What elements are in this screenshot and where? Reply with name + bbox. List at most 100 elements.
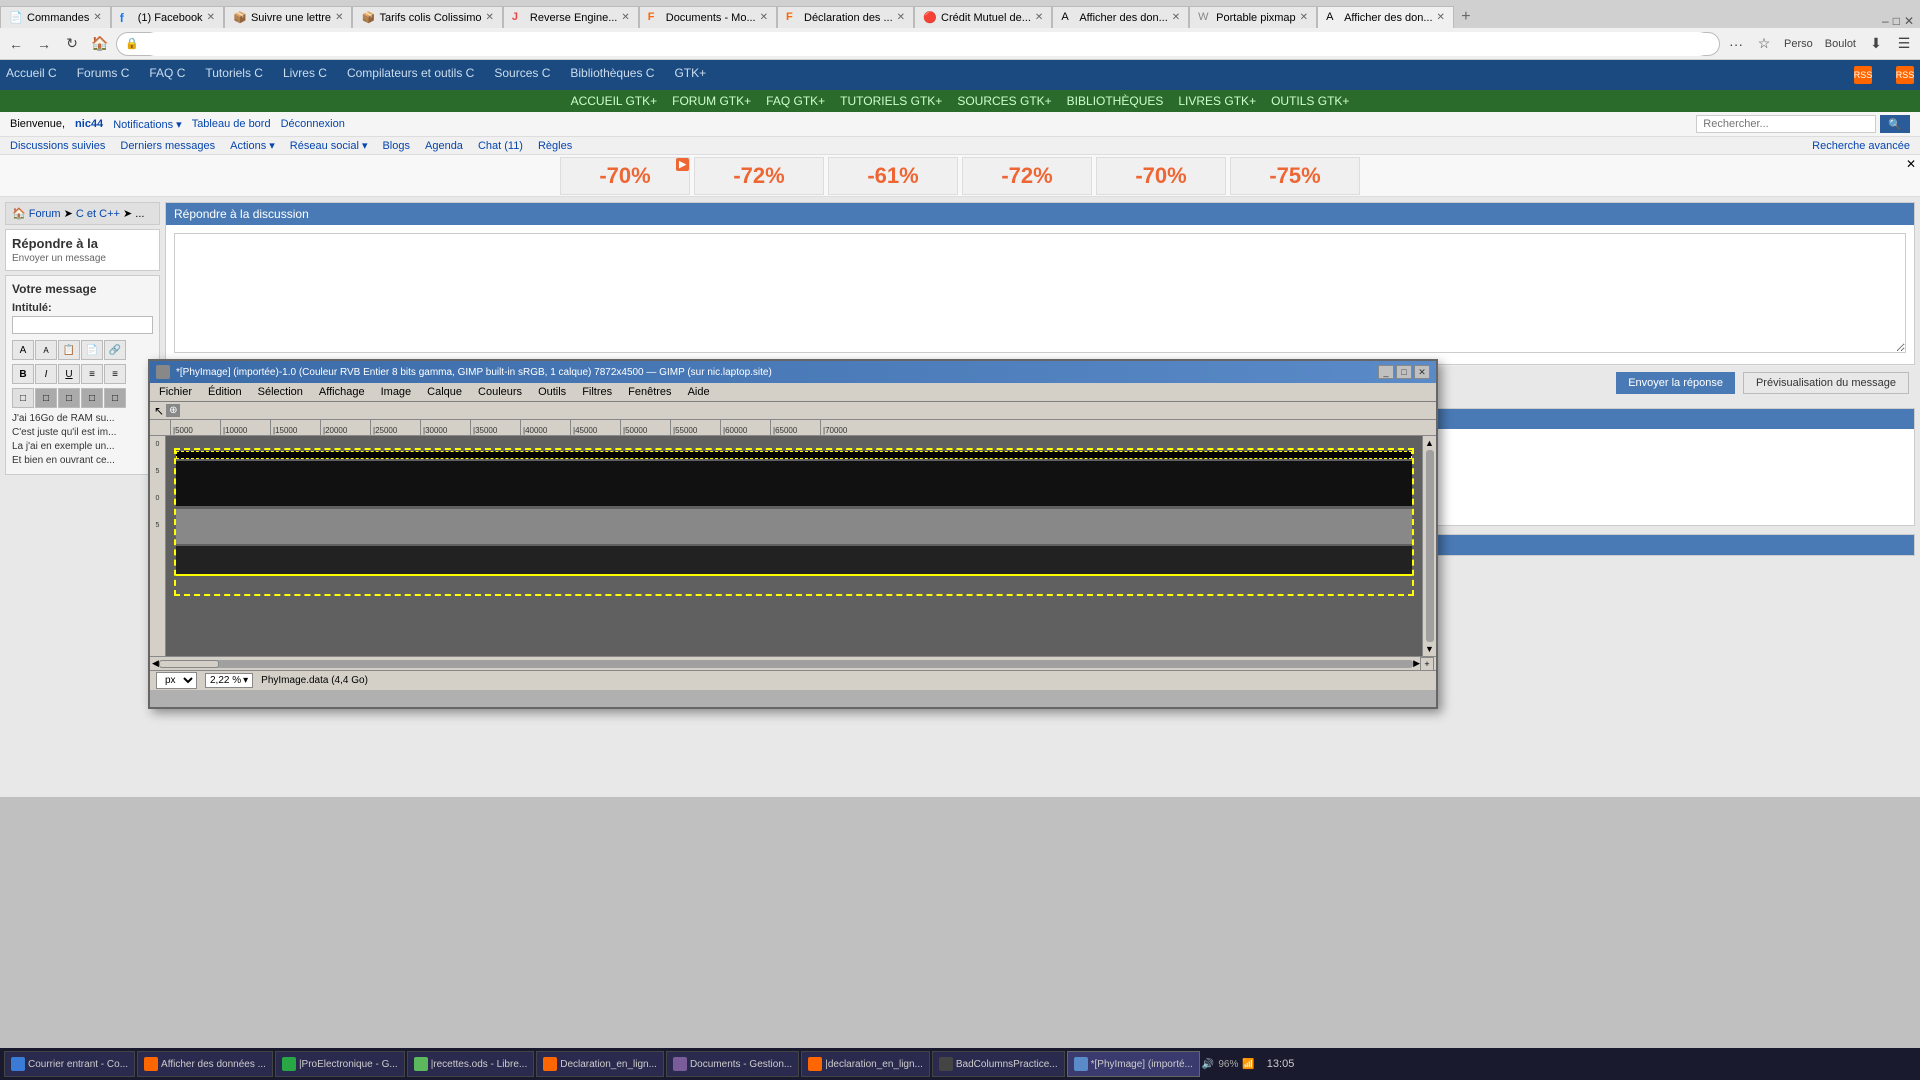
ad-close-icon[interactable]: ✕ [1906, 157, 1916, 171]
gimp-menu-fichier[interactable]: Fichier [151, 384, 200, 400]
breadcrumb-forum[interactable]: Forum [29, 208, 61, 220]
color-btn-3[interactable]: □ [58, 388, 80, 408]
tab-8[interactable]: 🔴 Crédit Mutuel de... ✕ [914, 6, 1052, 28]
link-blogs[interactable]: Blogs [382, 140, 410, 152]
link-agenda[interactable]: Agenda [425, 140, 463, 152]
tab-2[interactable]: f (1) Facebook ✕ [111, 6, 224, 28]
editor-font-btn[interactable]: A [12, 340, 34, 360]
nav-gtk[interactable]: GTK+ [674, 66, 706, 84]
tab-close-4[interactable]: ✕ [486, 12, 494, 23]
gimp-menu-aide[interactable]: Aide [680, 384, 718, 400]
message-editor[interactable] [174, 233, 1906, 353]
back-button[interactable]: ← [4, 32, 28, 56]
rss-icon[interactable]: RSS [1854, 66, 1872, 84]
gimp-restore-btn[interactable]: □ [1396, 365, 1412, 379]
nav-download-icon[interactable]: ⬇ [1864, 32, 1888, 56]
nav-compilateurs[interactable]: Compilateurs et outils C [347, 66, 474, 84]
forward-button[interactable]: → [32, 32, 56, 56]
gimp-menu-fenetres[interactable]: Fenêtres [620, 384, 679, 400]
taskbar-btn-4[interactable]: |recettes.ods - Libre... [407, 1051, 535, 1077]
refresh-button[interactable]: ↻ [60, 32, 84, 56]
tab-close-10[interactable]: ✕ [1300, 12, 1308, 23]
italic-button[interactable]: I [35, 364, 57, 384]
gimp-minimize-btn[interactable]: _ [1378, 365, 1394, 379]
taskbar-btn-7[interactable]: |declaration_en_lign... [801, 1051, 930, 1077]
intitule-input[interactable] [12, 316, 153, 334]
tab-9[interactable]: A Afficher des don... ✕ [1052, 6, 1189, 28]
rss-icon2[interactable]: RSS [1896, 66, 1914, 84]
nav-gtk-outils[interactable]: OUTILS GTK+ [1271, 94, 1349, 108]
align-left-btn[interactable]: ≡ [81, 364, 103, 384]
gimp-menu-affichage[interactable]: Affichage [311, 384, 373, 400]
editor-copy-btn[interactable]: 📋 [58, 340, 80, 360]
taskbar-btn-8[interactable]: BadColumnsPractice... [932, 1051, 1065, 1077]
ad-item-4[interactable]: -72% [962, 157, 1092, 195]
window-close[interactable]: ✕ [1904, 14, 1914, 28]
rules-link[interactable]: Règles [538, 140, 572, 152]
notifications-link[interactable]: Notifications ▾ [113, 118, 182, 131]
tab-close-6[interactable]: ✕ [760, 12, 768, 23]
logout-link[interactable]: Déconnexion [281, 118, 345, 130]
underline-button[interactable]: U [58, 364, 80, 384]
gimp-menu-filtres[interactable]: Filtres [574, 384, 620, 400]
nav-tutoriels[interactable]: Tutoriels C [205, 66, 263, 84]
nav-forums[interactable]: Forums C [77, 66, 130, 84]
tab-7[interactable]: F Déclaration des ... ✕ [777, 6, 914, 28]
nav-gtk-tutoriels[interactable]: TUTORIELS GTK+ [840, 94, 942, 108]
address-bar[interactable]: https://www.developpez.net/forums/newrep… [143, 32, 1711, 56]
gimp-unit-select[interactable]: px [156, 672, 197, 689]
taskbar-btn-6[interactable]: Documents - Gestion... [666, 1051, 799, 1077]
gimp-close-btn[interactable]: ✕ [1414, 365, 1430, 379]
ad-item-5[interactable]: -70% [1096, 157, 1226, 195]
volume-icon[interactable]: 🔊 [1202, 1059, 1214, 1070]
nav-gtk-accueil[interactable]: ACCUEIL GTK+ [571, 94, 658, 108]
window-minimize[interactable]: – [1882, 14, 1889, 28]
search-button[interactable]: 🔍 [1880, 115, 1910, 133]
gimp-scroll-left[interactable]: ◀ [152, 658, 159, 669]
gimp-menu-edition[interactable]: Édition [200, 384, 250, 400]
editor-link-btn[interactable]: 🔗 [104, 340, 126, 360]
taskbar-btn-9[interactable]: *[PhyImage] (importé... [1067, 1051, 1200, 1077]
send-reply-button[interactable]: Envoyer la réponse [1616, 372, 1735, 394]
gimp-scroll-thumb-h[interactable] [159, 660, 219, 668]
editor-font-size-btn[interactable]: A [35, 340, 57, 360]
nav-gtk-faq[interactable]: FAQ GTK+ [766, 94, 825, 108]
tab-4[interactable]: 📦 Tarifs colis Colissimo ✕ [352, 6, 502, 28]
username-link[interactable]: nic44 [75, 118, 103, 130]
nav-livres[interactable]: Livres C [283, 66, 327, 84]
editor-paste-btn[interactable]: 📄 [81, 340, 103, 360]
align-right-btn[interactable]: ≡ [104, 364, 126, 384]
gimp-zoom-dropdown-icon[interactable]: ▾ [243, 675, 248, 686]
gimp-scroll-right[interactable]: ▶ [1413, 658, 1420, 669]
tab-close-3[interactable]: ✕ [335, 12, 343, 23]
gimp-corner-btn[interactable]: + [1420, 657, 1434, 671]
nav-bibliotheques[interactable]: Bibliothèques C [570, 66, 654, 84]
nav-sources[interactable]: Sources C [494, 66, 550, 84]
color-btn-5[interactable]: □ [104, 388, 126, 408]
chat-link[interactable]: Chat (11) [478, 140, 523, 152]
tab-3[interactable]: 📦 Suivre une lettre ✕ [224, 6, 353, 28]
color-btn-2[interactable]: □ [35, 388, 57, 408]
gimp-menu-calque[interactable]: Calque [419, 384, 470, 400]
gimp-scrollbar-v[interactable]: ▲ ▼ [1422, 436, 1436, 656]
gimp-menu-outils[interactable]: Outils [530, 384, 574, 400]
nav-perso[interactable]: Perso [1780, 38, 1817, 50]
nav-star[interactable]: ☆ [1752, 32, 1776, 56]
nav-extra-1[interactable]: ··· [1724, 32, 1748, 56]
tab-10[interactable]: W Portable pixmap ✕ [1189, 6, 1317, 28]
search-input[interactable] [1696, 115, 1876, 133]
advanced-search-link[interactable]: Recherche avancée [1812, 140, 1910, 152]
nav-accueil[interactable]: Accueil C [6, 66, 57, 84]
tab-close-5[interactable]: ✕ [621, 12, 629, 23]
gimp-canvas[interactable] [166, 436, 1422, 656]
breadcrumb-cpp[interactable]: C et C++ [76, 208, 120, 220]
tab-close-11[interactable]: ✕ [1437, 12, 1445, 23]
gimp-menu-image[interactable]: Image [373, 384, 420, 400]
tab-close-7[interactable]: ✕ [897, 12, 905, 23]
dashboard-link[interactable]: Tableau de bord [192, 118, 271, 130]
tab-11[interactable]: A Afficher des don... ✕ [1317, 6, 1454, 28]
preview-button[interactable]: Prévisualisation du message [1743, 372, 1909, 394]
gimp-crosshair[interactable]: ⊕ [166, 404, 180, 417]
nav-faq[interactable]: FAQ C [149, 66, 185, 84]
gimp-scroll-track-h[interactable] [159, 660, 1413, 668]
